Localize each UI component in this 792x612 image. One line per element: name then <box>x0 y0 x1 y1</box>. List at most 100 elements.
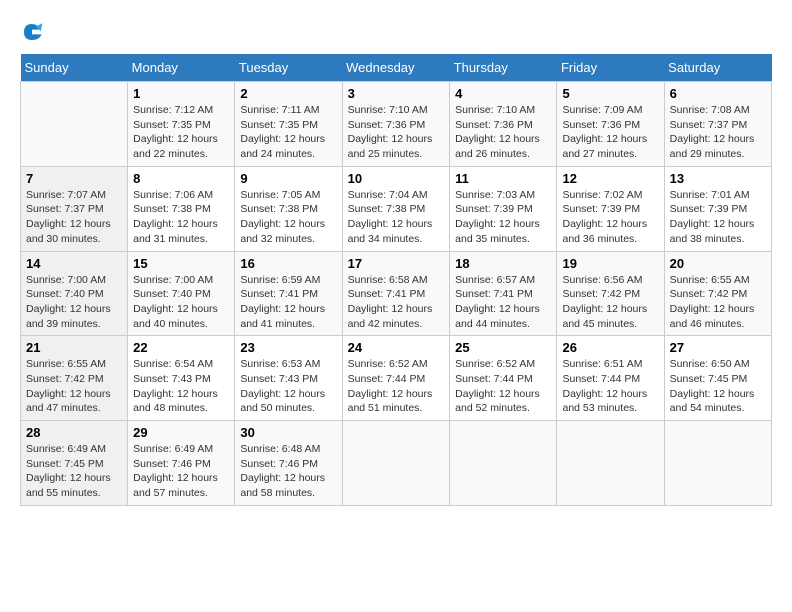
day-detail: Sunrise: 7:12 AMSunset: 7:35 PMDaylight:… <box>133 103 229 162</box>
day-detail: Sunrise: 7:01 AMSunset: 7:39 PMDaylight:… <box>670 188 766 247</box>
day-detail: Sunrise: 7:10 AMSunset: 7:36 PMDaylight:… <box>348 103 445 162</box>
day-detail: Sunrise: 7:05 AMSunset: 7:38 PMDaylight:… <box>240 188 336 247</box>
day-number: 24 <box>348 340 445 355</box>
day-detail: Sunrise: 6:58 AMSunset: 7:41 PMDaylight:… <box>348 273 445 332</box>
calendar-cell <box>557 421 664 506</box>
calendar-cell: 16 Sunrise: 6:59 AMSunset: 7:41 PMDayligh… <box>235 251 342 336</box>
calendar-cell: 6 Sunrise: 7:08 AMSunset: 7:37 PMDaylight… <box>664 82 771 167</box>
calendar-cell: 1 Sunrise: 7:12 AMSunset: 7:35 PMDaylight… <box>128 82 235 167</box>
calendar-cell: 13 Sunrise: 7:01 AMSunset: 7:39 PMDayligh… <box>664 166 771 251</box>
logo <box>20 20 48 44</box>
day-detail: Sunrise: 7:00 AMSunset: 7:40 PMDaylight:… <box>133 273 229 332</box>
calendar-cell: 15 Sunrise: 7:00 AMSunset: 7:40 PMDayligh… <box>128 251 235 336</box>
calendar-cell: 30Sunrise: 6:48 AMSunset: 7:46 PMDayligh… <box>235 421 342 506</box>
calendar-cell: 3 Sunrise: 7:10 AMSunset: 7:36 PMDaylight… <box>342 82 450 167</box>
day-number: 29 <box>133 425 229 440</box>
calendar-cell: 14 Sunrise: 7:00 AMSunset: 7:40 PMDayligh… <box>21 251 128 336</box>
calendar-week-5: 28 Sunrise: 6:49 AMSunset: 7:45 PMDayligh… <box>21 421 772 506</box>
day-detail: Sunrise: 6:50 AMSunset: 7:45 PMDaylight:… <box>670 357 766 416</box>
calendar-cell <box>664 421 771 506</box>
day-detail: Sunrise: 6:53 AMSunset: 7:43 PMDaylight:… <box>240 357 336 416</box>
logo-icon <box>20 20 44 44</box>
calendar-week-3: 14 Sunrise: 7:00 AMSunset: 7:40 PMDayligh… <box>21 251 772 336</box>
calendar-cell: 17 Sunrise: 6:58 AMSunset: 7:41 PMDayligh… <box>342 251 450 336</box>
weekday-header-thursday: Thursday <box>450 54 557 82</box>
weekday-header-tuesday: Tuesday <box>235 54 342 82</box>
day-number: 28 <box>26 425 122 440</box>
weekday-header-monday: Monday <box>128 54 235 82</box>
day-number: 9 <box>240 171 336 186</box>
day-detail: Sunrise: 6:52 AMSunset: 7:44 PMDaylight:… <box>348 357 445 416</box>
calendar-cell: 19 Sunrise: 6:56 AMSunset: 7:42 PMDayligh… <box>557 251 664 336</box>
calendar-cell <box>21 82 128 167</box>
day-detail: Sunrise: 7:08 AMSunset: 7:37 PMDaylight:… <box>670 103 766 162</box>
day-number: 11 <box>455 171 551 186</box>
calendar-cell: 26 Sunrise: 6:51 AMSunset: 7:44 PMDayligh… <box>557 336 664 421</box>
calendar-cell: 20 Sunrise: 6:55 AMSunset: 7:42 PMDayligh… <box>664 251 771 336</box>
day-number: 26 <box>562 340 658 355</box>
day-number: 19 <box>562 256 658 271</box>
day-detail: Sunrise: 6:55 AMSunset: 7:42 PMDaylight:… <box>26 357 122 416</box>
day-detail: Sunrise: 6:57 AMSunset: 7:41 PMDaylight:… <box>455 273 551 332</box>
calendar-cell: 5 Sunrise: 7:09 AMSunset: 7:36 PMDaylight… <box>557 82 664 167</box>
day-number: 17 <box>348 256 445 271</box>
day-detail: Sunrise: 7:02 AMSunset: 7:39 PMDaylight:… <box>562 188 658 247</box>
day-number: 6 <box>670 86 766 101</box>
day-number: 20 <box>670 256 766 271</box>
calendar-cell: 24 Sunrise: 6:52 AMSunset: 7:44 PMDayligh… <box>342 336 450 421</box>
calendar-week-1: 1 Sunrise: 7:12 AMSunset: 7:35 PMDaylight… <box>21 82 772 167</box>
calendar-cell: 28 Sunrise: 6:49 AMSunset: 7:45 PMDayligh… <box>21 421 128 506</box>
day-number: 15 <box>133 256 229 271</box>
day-number: 7 <box>26 171 122 186</box>
day-detail: Sunrise: 6:59 AMSunset: 7:41 PMDaylight:… <box>240 273 336 332</box>
day-detail: Sunrise: 7:09 AMSunset: 7:36 PMDaylight:… <box>562 103 658 162</box>
day-detail: Sunrise: 7:04 AMSunset: 7:38 PMDaylight:… <box>348 188 445 247</box>
calendar-cell: 10 Sunrise: 7:04 AMSunset: 7:38 PMDayligh… <box>342 166 450 251</box>
day-detail: Sunrise: 7:11 AMSunset: 7:35 PMDaylight:… <box>240 103 336 162</box>
weekday-header-sunday: Sunday <box>21 54 128 82</box>
calendar-week-4: 21 Sunrise: 6:55 AMSunset: 7:42 PMDayligh… <box>21 336 772 421</box>
calendar-cell: 8 Sunrise: 7:06 AMSunset: 7:38 PMDaylight… <box>128 166 235 251</box>
day-detail: Sunrise: 7:00 AMSunset: 7:40 PMDaylight:… <box>26 273 122 332</box>
calendar-cell <box>450 421 557 506</box>
day-number: 27 <box>670 340 766 355</box>
day-detail: Sunrise: 6:55 AMSunset: 7:42 PMDaylight:… <box>670 273 766 332</box>
day-number: 22 <box>133 340 229 355</box>
day-number: 13 <box>670 171 766 186</box>
day-number: 10 <box>348 171 445 186</box>
calendar-cell: 11 Sunrise: 7:03 AMSunset: 7:39 PMDayligh… <box>450 166 557 251</box>
day-number: 5 <box>562 86 658 101</box>
day-number: 30 <box>240 425 336 440</box>
day-detail: Sunrise: 7:07 AMSunset: 7:37 PMDaylight:… <box>26 188 122 247</box>
weekday-header-friday: Friday <box>557 54 664 82</box>
day-number: 3 <box>348 86 445 101</box>
day-number: 1 <box>133 86 229 101</box>
calendar-cell: 4 Sunrise: 7:10 AMSunset: 7:36 PMDaylight… <box>450 82 557 167</box>
day-number: 4 <box>455 86 551 101</box>
calendar-cell: 7 Sunrise: 7:07 AMSunset: 7:37 PMDaylight… <box>21 166 128 251</box>
day-number: 8 <box>133 171 229 186</box>
day-detail: Sunrise: 6:51 AMSunset: 7:44 PMDaylight:… <box>562 357 658 416</box>
day-detail: Sunrise: 6:49 AMSunset: 7:45 PMDaylight:… <box>26 442 122 501</box>
day-number: 23 <box>240 340 336 355</box>
weekday-header-saturday: Saturday <box>664 54 771 82</box>
calendar-cell: 21 Sunrise: 6:55 AMSunset: 7:42 PMDayligh… <box>21 336 128 421</box>
calendar-cell: 27 Sunrise: 6:50 AMSunset: 7:45 PMDayligh… <box>664 336 771 421</box>
day-detail: Sunrise: 6:54 AMSunset: 7:43 PMDaylight:… <box>133 357 229 416</box>
day-detail: Sunrise: 6:56 AMSunset: 7:42 PMDaylight:… <box>562 273 658 332</box>
day-number: 12 <box>562 171 658 186</box>
day-detail: Sunrise: 7:06 AMSunset: 7:38 PMDaylight:… <box>133 188 229 247</box>
day-number: 21 <box>26 340 122 355</box>
day-detail: Sunrise: 6:49 AMSunset: 7:46 PMDaylight:… <box>133 442 229 501</box>
day-number: 16 <box>240 256 336 271</box>
day-number: 2 <box>240 86 336 101</box>
day-detail: Sunrise: 7:03 AMSunset: 7:39 PMDaylight:… <box>455 188 551 247</box>
calendar-cell: 23 Sunrise: 6:53 AMSunset: 7:43 PMDayligh… <box>235 336 342 421</box>
day-number: 14 <box>26 256 122 271</box>
calendar-cell: 25Sunrise: 6:52 AMSunset: 7:44 PMDayligh… <box>450 336 557 421</box>
calendar-cell <box>342 421 450 506</box>
day-detail: Sunrise: 7:10 AMSunset: 7:36 PMDaylight:… <box>455 103 551 162</box>
page-header <box>20 20 772 44</box>
day-number: 18 <box>455 256 551 271</box>
calendar-cell: 2 Sunrise: 7:11 AMSunset: 7:35 PMDaylight… <box>235 82 342 167</box>
